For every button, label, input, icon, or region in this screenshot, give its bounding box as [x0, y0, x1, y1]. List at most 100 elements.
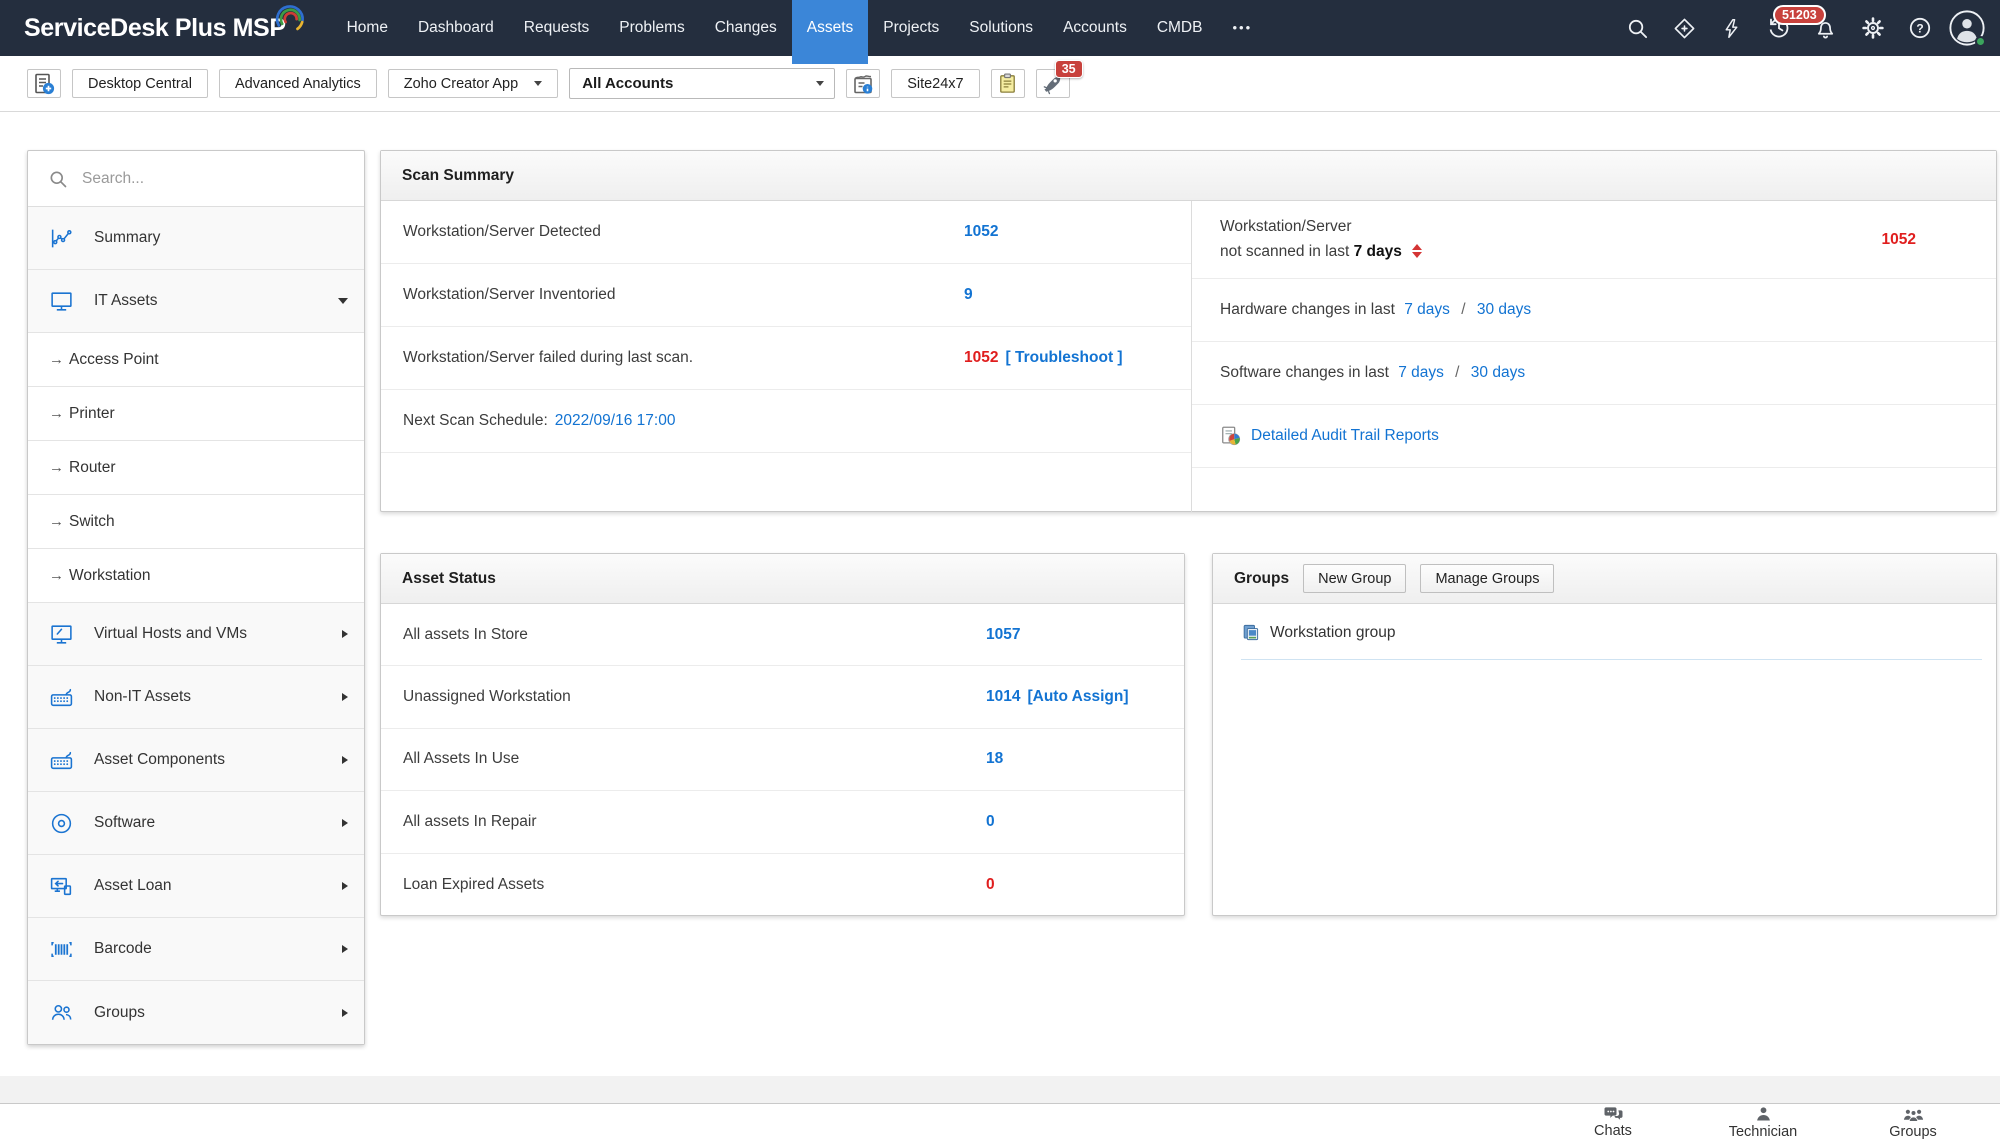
arrow-right-icon: → [49, 567, 64, 584]
sort-arrows-icon[interactable] [1412, 243, 1423, 258]
audit-trail-reports-link[interactable]: Detailed Audit Trail Reports [1251, 427, 1439, 445]
tab-problems[interactable]: Problems [604, 0, 699, 56]
tab-projects[interactable]: Projects [868, 0, 954, 56]
chevron-down-icon [534, 81, 543, 86]
scan-row-next-schedule: Next Scan Schedule: 2022/09/16 17:00 [381, 390, 1191, 453]
tab-more-menu[interactable]: ••• [1217, 0, 1267, 56]
hardware-7days-link[interactable]: 7 days [1404, 301, 1450, 318]
sidebar-item-printer[interactable]: → Printer [28, 387, 364, 441]
site24x7-button[interactable]: Site24x7 [891, 69, 980, 98]
next-scan-date-link[interactable]: 2022/09/16 17:00 [555, 412, 676, 430]
panel-title: Scan Summary [402, 166, 514, 184]
footer-groups[interactable]: Groups [1838, 1107, 1988, 1140]
manage-groups-button[interactable]: Manage Groups [1420, 564, 1555, 593]
gear-icon[interactable] [1849, 0, 1896, 56]
tab-changes[interactable]: Changes [700, 0, 792, 56]
audit-report-icon [1222, 426, 1241, 446]
notifications-count-badge[interactable]: 51203 [1773, 5, 1826, 25]
in-repair-count-link[interactable]: 0 [986, 813, 995, 831]
sidebar-item-workstation[interactable]: → Workstation [28, 549, 364, 603]
scan-row-not-scanned: Workstation/Server not scanned in last 7… [1192, 201, 1996, 279]
asset-row-in-store: All assets In Store 1057 [381, 604, 1184, 667]
scan-schedule-info-button[interactable] [846, 69, 881, 98]
arrow-right-icon: → [49, 459, 64, 476]
sidebar-item-software[interactable]: Software [28, 792, 364, 855]
help-icon[interactable]: ? [1896, 0, 1943, 56]
history-icon[interactable]: 51203 [1755, 0, 1826, 56]
loan-expired-count[interactable]: 0 [986, 876, 995, 894]
tab-dashboard[interactable]: Dashboard [403, 0, 509, 56]
sidebar-item-groups[interactable]: Groups [28, 981, 364, 1044]
accounts-filter-value: All Accounts [582, 75, 674, 92]
failed-count[interactable]: 1052 [964, 349, 998, 367]
sidebar-item-label: Router [69, 458, 116, 476]
add-license-icon[interactable] [1661, 0, 1708, 56]
sidebar-item-label: Summary [94, 229, 161, 246]
announcements-count-badge[interactable]: 35 [1054, 60, 1083, 78]
tab-assets[interactable]: Assets [791, 0, 869, 64]
hardware-30days-link[interactable]: 30 days [1477, 301, 1531, 318]
panel-title: Asset Status [402, 569, 496, 587]
chevron-down-icon [816, 81, 825, 86]
software-7days-link[interactable]: 7 days [1398, 364, 1444, 381]
chevron-right-icon [342, 945, 348, 953]
chevron-right-icon [342, 1008, 348, 1017]
global-search-icon[interactable] [1614, 0, 1661, 56]
chevron-right-icon [342, 882, 348, 890]
row-label: All assets In Store [403, 625, 528, 643]
tab-cmdb[interactable]: CMDB [1142, 0, 1218, 56]
row-label: Unassigned Workstation [403, 688, 571, 706]
sidebar-item-it-assets[interactable]: IT Assets [28, 270, 364, 333]
footer-item-label: Chats [1594, 1123, 1632, 1139]
tab-home[interactable]: Home [332, 0, 403, 56]
not-scanned-count-link[interactable]: 1052 [1882, 231, 1916, 249]
footer-technician[interactable]: Technician [1688, 1106, 1838, 1140]
virtual-machine-icon [48, 622, 74, 647]
search-icon [50, 171, 67, 187]
sidebar-item-access-point[interactable]: → Access Point [28, 333, 364, 387]
troubleshoot-link[interactable]: [ Troubleshoot ] [1005, 349, 1122, 367]
tab-accounts[interactable]: Accounts [1048, 0, 1142, 56]
auto-assign-link[interactable]: [Auto Assign] [1027, 688, 1128, 706]
unassigned-count-link[interactable]: 1014 [986, 688, 1020, 706]
sidebar-search[interactable] [28, 151, 364, 207]
in-store-count-link[interactable]: 1057 [986, 626, 1020, 644]
app-logo-text: ServiceDesk Plus MSP [24, 13, 286, 42]
new-group-button[interactable]: New Group [1303, 564, 1407, 593]
sidebar-item-router[interactable]: → Router [28, 441, 364, 495]
nav-tabs: Home Dashboard Requests Problems Changes… [332, 0, 1268, 64]
sidebar-item-switch[interactable]: → Switch [28, 495, 364, 549]
search-input[interactable] [82, 169, 322, 188]
zoho-creator-dropdown[interactable]: Zoho Creator App [387, 69, 559, 98]
online-status-dot [1975, 36, 1986, 47]
in-use-count-link[interactable]: 18 [986, 750, 1003, 768]
clipboard-notes-button[interactable] [990, 69, 1025, 98]
detected-count-link[interactable]: 1052 [964, 223, 998, 241]
main-content: Summary IT Assets → Access Point → Print… [0, 112, 2000, 1076]
group-list-item[interactable]: Workstation group [1241, 623, 1982, 660]
software-30days-link[interactable]: 30 days [1471, 364, 1525, 381]
footer-chats[interactable]: Chats [1538, 1107, 1688, 1139]
asset-loan-icon [48, 874, 74, 899]
advanced-analytics-button[interactable]: Advanced Analytics [218, 69, 377, 98]
scan-summary-right-column: Workstation/Server not scanned in last 7… [1191, 201, 1996, 512]
sidebar-item-barcode[interactable]: Barcode [28, 918, 364, 981]
desktop-central-button[interactable]: Desktop Central [72, 69, 208, 98]
sidebar-item-non-it-assets[interactable]: Non-IT Assets [28, 666, 364, 729]
accounts-filter-select[interactable]: All Accounts [569, 68, 836, 99]
sidebar-item-summary[interactable]: Summary [28, 207, 364, 270]
sidebar-item-asset-components[interactable]: Asset Components [28, 729, 364, 792]
tab-solutions[interactable]: Solutions [954, 0, 1048, 56]
row-label: Software changes in last 7 days / 30 day… [1220, 363, 1526, 381]
user-avatar[interactable] [1943, 0, 1990, 56]
add-document-button[interactable] [27, 69, 61, 98]
arrow-right-icon: → [49, 405, 64, 422]
inventoried-count-link[interactable]: 9 [964, 286, 973, 304]
app-logo[interactable]: ServiceDesk Plus MSP [0, 0, 332, 56]
quick-actions-icon[interactable] [1708, 0, 1755, 56]
not-scanned-period-toggle[interactable]: 7 days [1354, 243, 1402, 260]
sidebar-item-asset-loan[interactable]: Asset Loan [28, 855, 364, 918]
row-label: Loan Expired Assets [403, 875, 545, 893]
sidebar-item-virtual-hosts[interactable]: Virtual Hosts and VMs [28, 603, 364, 666]
tab-requests[interactable]: Requests [509, 0, 604, 56]
